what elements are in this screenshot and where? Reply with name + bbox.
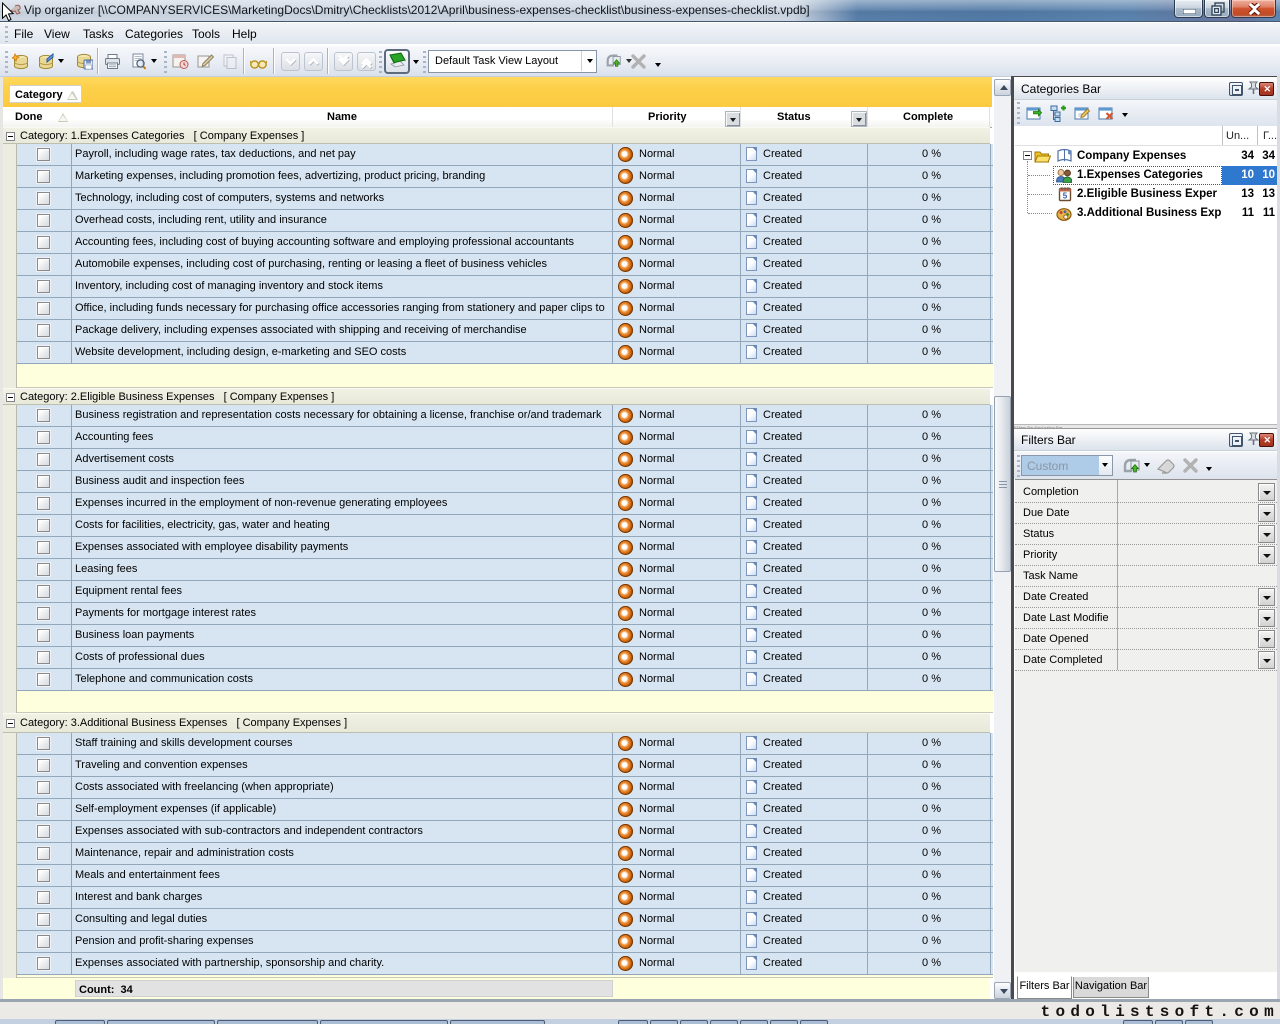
svg-text:5: 5 <box>1063 192 1068 201</box>
